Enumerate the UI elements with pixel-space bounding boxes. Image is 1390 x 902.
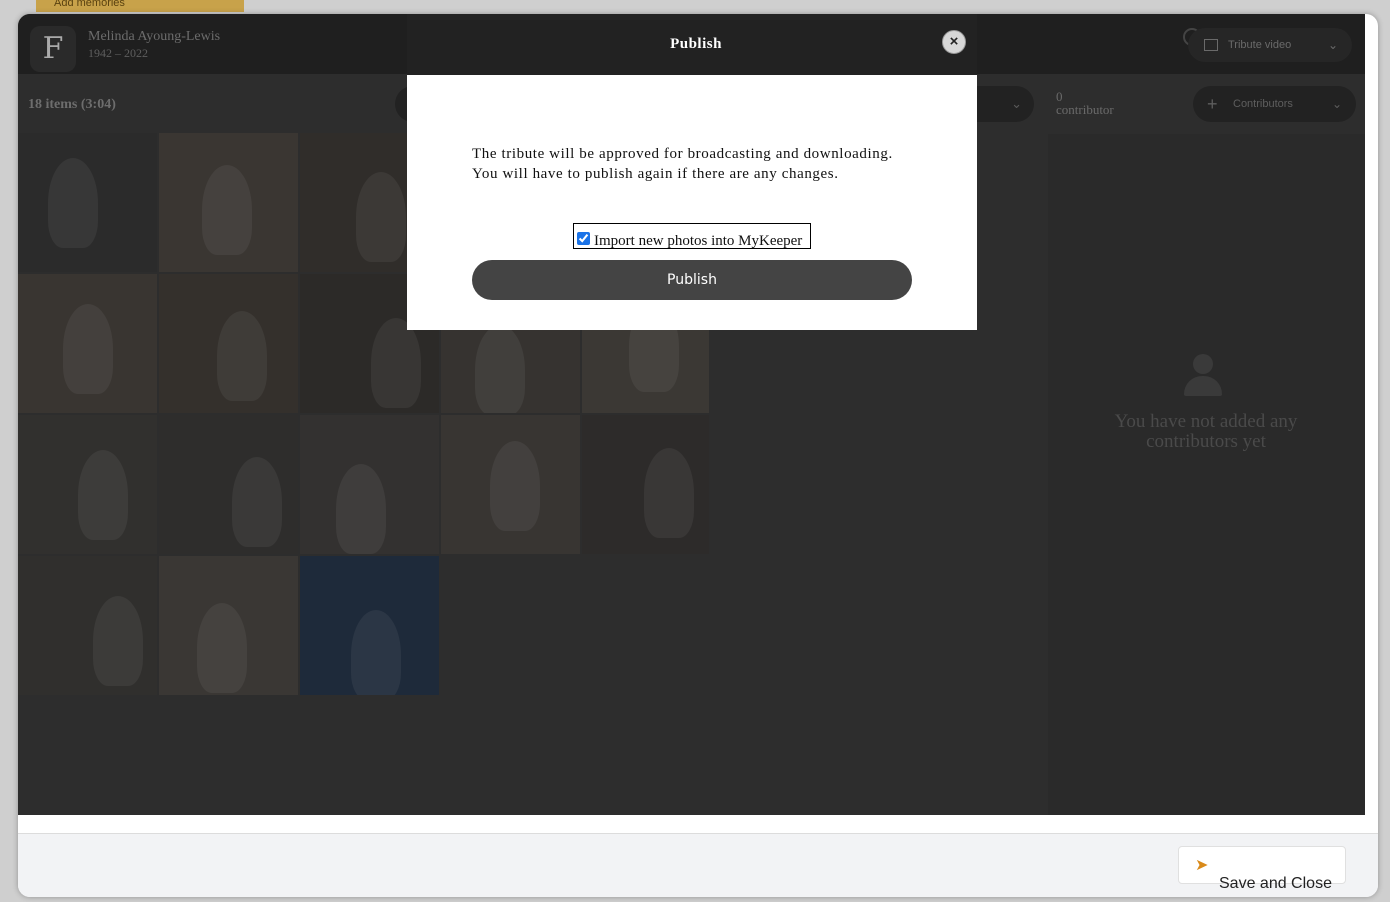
photo-thumbnail[interactable] xyxy=(441,415,580,554)
contributors-button-label: Contributors xyxy=(1233,98,1293,110)
photo-thumbnail[interactable] xyxy=(159,415,298,554)
photo-subject xyxy=(336,464,386,554)
contributors-panel xyxy=(1048,134,1365,815)
publish-button[interactable]: Publish xyxy=(472,260,912,300)
import-photos-option[interactable]: Import new photos into MyKeeper xyxy=(573,223,811,249)
photo-subject xyxy=(371,318,421,408)
photo-subject xyxy=(197,603,247,693)
photo-subject xyxy=(93,596,143,686)
chevron-down-icon: ⌄ xyxy=(1011,96,1022,111)
photo-thumbnail[interactable] xyxy=(300,415,439,554)
photo-thumbnail[interactable] xyxy=(159,133,298,272)
photo-subject xyxy=(644,448,694,538)
send-arrow-icon: ➤ xyxy=(1195,857,1209,874)
editor-footer: ➤ Save and Close xyxy=(18,833,1378,897)
photo-thumbnail[interactable] xyxy=(18,556,157,695)
photo-thumbnail[interactable] xyxy=(18,274,157,413)
chevron-down-icon: ⌄ xyxy=(1327,38,1338,52)
chevron-down-icon: ⌄ xyxy=(1331,97,1342,111)
photo-subject xyxy=(475,325,525,413)
contributors-count-label: contributor xyxy=(1056,102,1114,117)
publish-message-line-2: You will have to publish again if there … xyxy=(472,166,839,182)
photo-thumbnail[interactable] xyxy=(159,274,298,413)
photo-subject xyxy=(63,304,113,394)
items-count: 18 items (3:04) xyxy=(28,97,116,112)
photo-subject xyxy=(202,165,252,255)
photo-thumbnail[interactable] xyxy=(18,415,157,554)
tribute-name: Melinda Ayoung-Lewis xyxy=(88,29,221,44)
save-and-close-button[interactable]: ➤ Save and Close xyxy=(1178,846,1346,892)
photo-subject xyxy=(232,457,282,547)
save-and-close-label: Save and Close xyxy=(1219,875,1332,892)
import-photos-checkbox[interactable] xyxy=(577,232,590,245)
contributors-count: 0 contributor xyxy=(1056,90,1114,116)
tribute-logo: F xyxy=(30,26,76,72)
publish-dialog-title: Publish xyxy=(670,36,722,52)
photo-subject xyxy=(217,311,267,401)
photo-subject xyxy=(48,158,98,248)
publish-dialog: Publish × The tribute will be approved f… xyxy=(407,14,977,330)
import-photos-label: Import new photos into MyKeeper xyxy=(594,233,803,249)
person-icon xyxy=(1180,352,1226,398)
video-selector-label: Tribute video xyxy=(1228,39,1292,51)
add-memories-tag: Add memories xyxy=(36,0,244,12)
film-icon xyxy=(1204,39,1218,51)
publish-message-line-1: The tribute will be approved for broadca… xyxy=(472,146,893,162)
photo-thumbnail[interactable] xyxy=(582,415,709,554)
close-icon: × xyxy=(949,33,959,50)
sort-dropdown[interactable]: ⌄ xyxy=(976,86,1034,122)
tribute-dates: 1942 – 2022 xyxy=(88,46,148,60)
photo-subject xyxy=(490,441,540,531)
photo-thumbnail[interactable] xyxy=(300,556,439,695)
photo-subject xyxy=(356,172,406,262)
photo-thumbnail[interactable] xyxy=(18,133,157,272)
publish-dialog-header: Publish × xyxy=(407,14,977,75)
photo-subject xyxy=(78,450,128,540)
photo-thumbnail[interactable] xyxy=(159,556,298,695)
publish-message: The tribute will be approved for broadca… xyxy=(472,144,912,184)
plus-icon: + xyxy=(1207,94,1218,114)
photo-subject xyxy=(351,610,401,695)
empty-contributors-text: You have not added any contributors yet xyxy=(1114,411,1298,452)
add-contributors-button[interactable]: + Contributors ⌄ xyxy=(1193,86,1356,122)
close-dialog-button[interactable]: × xyxy=(942,30,966,54)
video-selector[interactable]: Tribute video ⌄ xyxy=(1188,28,1352,62)
